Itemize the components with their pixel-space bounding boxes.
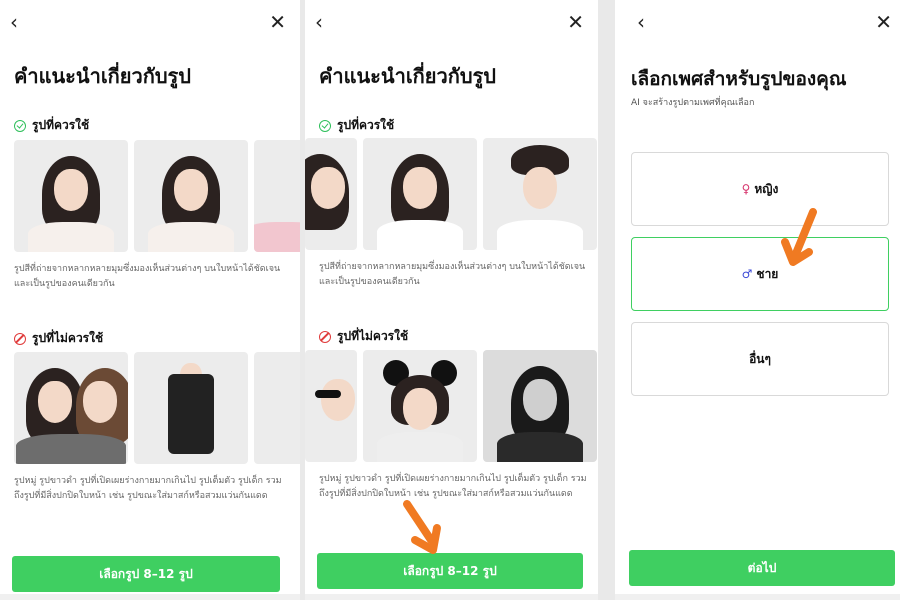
- good-photos-label: รูปที่ควรใช้: [337, 118, 395, 132]
- good-photos-row: [305, 138, 597, 250]
- good-photos-description: รูปสีที่ถ่ายจากหลากหลายมุมซึ่งมองเห็นส่ว…: [319, 262, 586, 287]
- select-photos-button[interactable]: เลือกรูป 8–12 รูป: [12, 556, 280, 592]
- example-photo: [363, 350, 477, 462]
- example-photo: [305, 138, 357, 250]
- example-photo: [134, 140, 248, 252]
- page-title: คำแนะนำเกี่ยวกับรูป: [14, 64, 191, 88]
- bad-photos-row: [305, 350, 597, 462]
- page-title: คำแนะนำเกี่ยวกับรูป: [319, 64, 496, 88]
- gender-option-male[interactable]: ♂ ชาย: [631, 237, 889, 311]
- example-photo: [14, 352, 128, 464]
- back-icon[interactable]: ‹: [315, 12, 323, 32]
- example-photo: [483, 138, 597, 250]
- good-photos-description: รูปสีที่ถ่ายจากหลากหลายมุมซึ่งมองเห็นส่ว…: [14, 264, 281, 289]
- close-icon[interactable]: ✕: [567, 12, 584, 32]
- example-photo: [254, 352, 300, 464]
- close-icon[interactable]: ✕: [269, 12, 286, 32]
- example-photo: [254, 140, 300, 252]
- female-icon: ♀: [741, 182, 751, 196]
- gender-option-label: ชาย: [756, 266, 779, 281]
- gender-option-other[interactable]: อื่นๆ: [631, 322, 889, 396]
- annotation-arrow-icon: [781, 208, 817, 266]
- example-photo: [134, 352, 248, 464]
- male-icon: ♂: [741, 267, 753, 281]
- example-photo: [483, 350, 597, 462]
- photo-guide-screen-1: ‹ ✕ คำแนะนำเกี่ยวกับรูป รูปที่ควรใช้ รูป…: [0, 0, 300, 600]
- annotation-arrow-icon: [403, 500, 441, 554]
- page-subtitle: AI จะสร้างรูปตามเพศที่คุณเลือก: [631, 98, 755, 108]
- check-circle-icon: [319, 119, 331, 132]
- bottom-bar: [615, 594, 900, 600]
- back-icon[interactable]: ‹: [637, 12, 645, 32]
- example-photo: [363, 138, 477, 250]
- bottom-bar: [305, 594, 598, 600]
- next-button[interactable]: ต่อไป: [629, 550, 895, 586]
- photo-guide-screen-2: ‹ ✕ คำแนะนำเกี่ยวกับรูป รูปที่ควรใช้ รูป…: [305, 0, 598, 600]
- example-photo: [14, 140, 128, 252]
- bad-photos-heading: รูปที่ไม่ควรใช้: [14, 329, 103, 348]
- prohibited-icon: [319, 330, 331, 343]
- page-title: เลือกเพศสำหรับรูปของคุณ: [631, 68, 847, 90]
- bottom-bar: [0, 594, 300, 600]
- bad-photos-label: รูปที่ไม่ควรใช้: [337, 329, 409, 343]
- prohibited-icon: [14, 332, 26, 345]
- bad-photos-description: รูปหมู่ รูปขาวดำ รูปที่เปิดเผยร่างกายมาก…: [319, 474, 587, 499]
- gender-select-screen: ‹ ✕ เลือกเพศสำหรับรูปของคุณ AI จะสร้างรู…: [615, 0, 900, 600]
- bad-photos-heading: รูปที่ไม่ควรใช้: [319, 327, 408, 346]
- good-photos-heading: รูปที่ควรใช้: [319, 116, 394, 135]
- gender-option-label: หญิง: [754, 181, 779, 196]
- gender-option-female[interactable]: ♀ หญิง: [631, 152, 889, 226]
- close-icon[interactable]: ✕: [875, 12, 892, 32]
- check-circle-icon: [14, 119, 26, 132]
- bad-photos-description: รูปหมู่ รูปขาวดำ รูปที่เปิดเผยร่างกายมาก…: [14, 476, 282, 501]
- select-photos-button[interactable]: เลือกรูป 8–12 รูป: [317, 553, 583, 589]
- good-photos-label: รูปที่ควรใช้: [32, 118, 90, 132]
- bad-photos-label: รูปที่ไม่ควรใช้: [32, 331, 104, 345]
- bad-photos-row: [14, 352, 300, 464]
- gender-option-label: อื่นๆ: [749, 351, 771, 366]
- back-icon[interactable]: ‹: [10, 12, 18, 32]
- example-photo: [305, 350, 357, 462]
- good-photos-heading: รูปที่ควรใช้: [14, 116, 89, 135]
- good-photos-row: [14, 140, 300, 252]
